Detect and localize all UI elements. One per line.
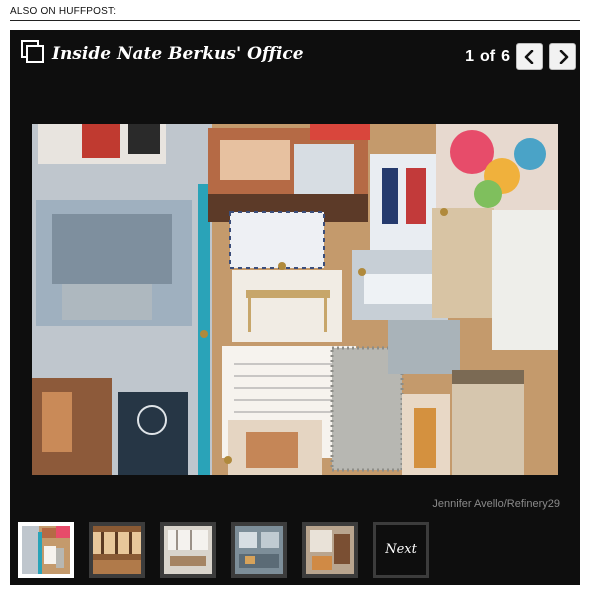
chevron-right-icon (559, 50, 569, 64)
slide-counter: 1 of 6 (430, 48, 510, 66)
next-slide-button[interactable] (549, 43, 576, 70)
photo-credit: Jennifer Avello/Refinery29 (432, 498, 560, 510)
divider-rule (10, 20, 580, 21)
gallery-title: Inside Nate Berkus' Office (52, 44, 304, 64)
slide-counter-separator: of (479, 48, 496, 65)
gallery-stack-icon (21, 40, 45, 64)
slide-total: 6 (501, 48, 510, 65)
thumbnail-3[interactable] (160, 522, 216, 578)
slide-photo[interactable] (32, 124, 558, 475)
slideshow-gallery: Inside Nate Berkus' Office 1 of 6 Jennif… (10, 30, 580, 585)
thumbnail-2[interactable] (89, 522, 145, 578)
also-on-label: ALSO ON HUFFPOST: (10, 6, 117, 17)
thumbnail-5[interactable] (302, 522, 358, 578)
slide-current: 1 (465, 48, 474, 65)
thumbnail-1[interactable] (18, 522, 74, 578)
thumbnail-4[interactable] (231, 522, 287, 578)
chevron-left-icon (524, 50, 534, 64)
next-thumbnails-button[interactable]: Next (373, 522, 429, 578)
previous-slide-button[interactable] (516, 43, 543, 70)
